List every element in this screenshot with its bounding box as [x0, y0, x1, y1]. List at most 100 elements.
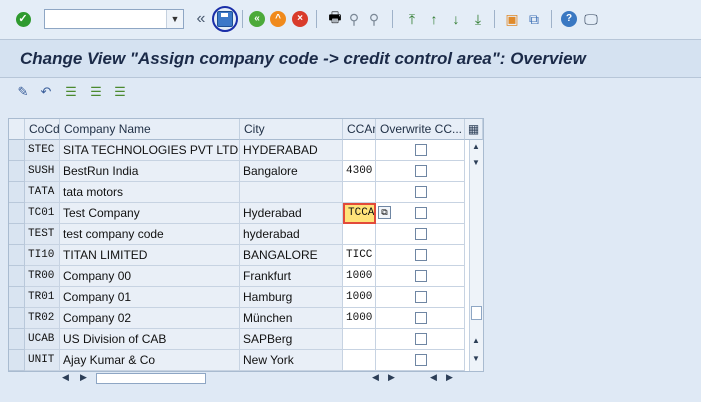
row-selector[interactable]: [9, 224, 25, 245]
overwrite-checkbox[interactable]: [415, 333, 427, 345]
column-header-company-name[interactable]: Company Name: [60, 119, 240, 140]
horizontal-scrollbar-right[interactable]: ◀ ▶ ◀ ▶: [370, 370, 460, 386]
save-icon[interactable]: [212, 6, 238, 32]
overwrite-checkbox[interactable]: [415, 228, 427, 240]
row-selector[interactable]: [9, 203, 25, 224]
scroll-right-icon[interactable]: ▶: [446, 372, 453, 383]
column-header-overwrite[interactable]: Overwrite CC...: [376, 119, 465, 140]
collapse-icon[interactable]: «: [191, 9, 211, 29]
enter-icon[interactable]: ✓: [13, 9, 33, 29]
ccar-input[interactable]: TICC: [343, 245, 376, 266]
next-page-icon[interactable]: ↓: [446, 9, 466, 29]
cell-city: HYDERABAD: [240, 140, 343, 161]
ccar-input[interactable]: [343, 224, 376, 245]
overwrite-checkbox[interactable]: [415, 249, 427, 261]
application-toolbar: ✎ ↶ ☰ ☰ ☰: [0, 78, 701, 108]
deselect-all-icon[interactable]: ☰: [111, 83, 129, 101]
overwrite-checkbox[interactable]: [415, 207, 427, 219]
ccar-input[interactable]: 4300: [343, 161, 376, 182]
ccar-input[interactable]: 1000: [343, 287, 376, 308]
scroll-page-up-icon[interactable]: ▼: [472, 158, 480, 167]
row-selector[interactable]: [9, 140, 25, 161]
overwrite-checkbox[interactable]: [415, 270, 427, 282]
previous-page-icon[interactable]: ↑: [424, 9, 444, 29]
overwrite-checkbox[interactable]: [415, 144, 427, 156]
overwrite-checkbox[interactable]: [415, 186, 427, 198]
table-settings-icon[interactable]: ▦: [465, 119, 483, 140]
toolbar-separator: [494, 10, 495, 28]
cell-city: Bangalore: [240, 161, 343, 182]
cell-city: hyderabad: [240, 224, 343, 245]
find-next-icon[interactable]: ⚲: [364, 9, 384, 29]
command-field[interactable]: ▼: [44, 9, 184, 29]
row-selector[interactable]: [9, 308, 25, 329]
find-icon[interactable]: ⚲: [344, 9, 364, 29]
table-control: CoCd Company Name City CCAr Overwrite CC…: [8, 118, 484, 372]
ccar-input[interactable]: [343, 350, 376, 371]
undo-icon[interactable]: ↶: [37, 83, 55, 101]
cell-cocd: UNIT: [25, 350, 60, 371]
system-toolbar: ✓ ▼ « « ^ × 🖶 ⚲ ⚲ ⤒ ↑ ↓ ⤓ ▣ ⧉ ? 🖵: [0, 0, 701, 40]
print-icon[interactable]: 🖶: [325, 9, 345, 29]
cell-cocd: TR02: [25, 308, 60, 329]
scroll-right-icon[interactable]: ▶: [80, 372, 87, 383]
ccar-input[interactable]: 1000: [343, 308, 376, 329]
row-selector[interactable]: [9, 182, 25, 203]
vertical-scrollbar[interactable]: ▲ ▼ ▲ ▼: [469, 140, 483, 371]
row-selector-header[interactable]: [9, 119, 25, 140]
scroll-down-icon[interactable]: ▼: [472, 354, 480, 363]
cell-cocd: SUSH: [25, 161, 60, 182]
layout-icon[interactable]: 🖵: [581, 9, 601, 29]
first-page-icon[interactable]: ⤒: [402, 9, 422, 29]
overwrite-checkbox[interactable]: [415, 165, 427, 177]
help-icon[interactable]: ?: [559, 9, 579, 29]
last-page-icon[interactable]: ⤓: [468, 9, 488, 29]
display-change-icon[interactable]: ✎: [14, 83, 32, 101]
row-selector[interactable]: [9, 266, 25, 287]
scroll-right-icon[interactable]: ▶: [388, 372, 395, 383]
overwrite-checkbox[interactable]: [415, 354, 427, 366]
ccar-input-active[interactable]: TCCA: [343, 203, 376, 224]
column-header-ccar[interactable]: CCAr: [343, 119, 376, 140]
cell-company-name: BestRun India: [60, 161, 240, 182]
select-block-icon[interactable]: ☰: [87, 83, 105, 101]
vertical-scroll-thumb[interactable]: [471, 306, 482, 320]
ccar-input[interactable]: [343, 140, 376, 161]
cell-cocd: STEC: [25, 140, 60, 161]
cell-company-name: Ajay Kumar & Co: [60, 350, 240, 371]
scroll-page-down-icon[interactable]: ▲: [472, 336, 480, 345]
value-help-icon[interactable]: ⧉: [378, 206, 391, 219]
cancel-icon[interactable]: ×: [290, 9, 310, 29]
cell-city: München: [240, 308, 343, 329]
ccar-input[interactable]: [343, 329, 376, 350]
scroll-left-icon[interactable]: ◀: [430, 372, 437, 383]
column-header-city[interactable]: City: [240, 119, 343, 140]
cell-cocd: TC01: [25, 203, 60, 224]
overwrite-checkbox[interactable]: [415, 312, 427, 324]
row-selector[interactable]: [9, 287, 25, 308]
back-icon[interactable]: «: [247, 9, 267, 29]
scroll-left-icon[interactable]: ◀: [372, 372, 379, 383]
cell-company-name: Test Company: [60, 203, 240, 224]
select-all-icon[interactable]: ☰: [62, 83, 80, 101]
row-selector[interactable]: [9, 245, 25, 266]
cell-cocd: UCAB: [25, 329, 60, 350]
row-selector[interactable]: [9, 329, 25, 350]
ccar-input[interactable]: [343, 182, 376, 203]
ccar-input[interactable]: 1000: [343, 266, 376, 287]
column-header-cocd[interactable]: CoCd: [25, 119, 60, 140]
overwrite-checkbox[interactable]: [415, 291, 427, 303]
scroll-left-icon[interactable]: ◀: [62, 372, 69, 383]
shortcut-icon[interactable]: ⧉: [524, 9, 544, 29]
cell-company-name: Company 02: [60, 308, 240, 329]
row-selector[interactable]: [9, 161, 25, 182]
scroll-up-icon[interactable]: ▲: [472, 142, 480, 151]
title-bar: Change View "Assign company code -> cred…: [0, 40, 701, 78]
exit-icon[interactable]: ^: [268, 9, 288, 29]
command-dropdown-icon[interactable]: ▼: [166, 10, 183, 28]
row-selector[interactable]: [9, 350, 25, 371]
cell-company-name: SITA TECHNOLOGIES PVT LTD: [60, 140, 240, 161]
new-session-icon[interactable]: ▣: [502, 9, 522, 29]
cell-city: SAPBerg: [240, 329, 343, 350]
horizontal-scroll-thumb[interactable]: [96, 373, 206, 384]
